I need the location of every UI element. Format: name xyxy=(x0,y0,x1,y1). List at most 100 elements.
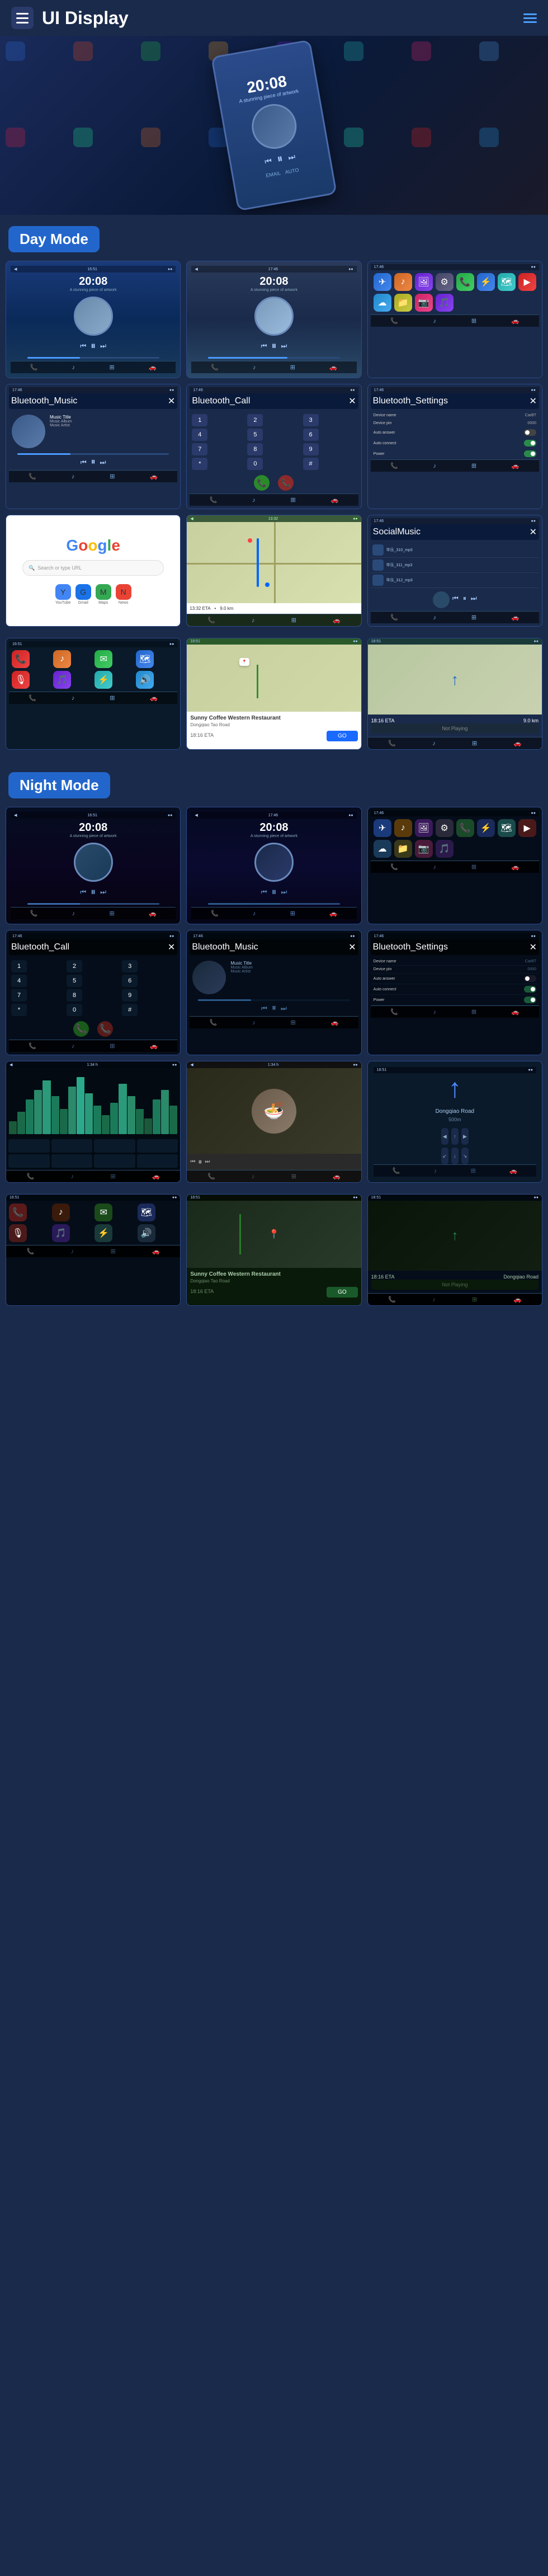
local-nav-1[interactable]: 📞 xyxy=(390,614,398,621)
night-prev-2[interactable]: ⏮ xyxy=(261,888,267,896)
night-key-3[interactable]: 3 xyxy=(122,960,138,972)
go-button[interactable]: GO xyxy=(327,731,358,741)
nav-dial[interactable]: 📞 xyxy=(390,317,398,325)
night-key-9[interactable]: 9 xyxy=(122,989,138,1002)
night-cp-msg[interactable]: ✉ xyxy=(95,1204,112,1221)
nn-nav-4[interactable]: 🚗 xyxy=(514,1296,522,1303)
shortcut-3[interactable]: M Maps xyxy=(96,584,111,605)
call-btn[interactable]: 📞 xyxy=(254,475,270,491)
apps-icon-2[interactable]: ⊞ xyxy=(290,364,295,371)
rd-nav-1[interactable]: 📞 xyxy=(393,1167,400,1174)
app-telegram[interactable]: ✈ xyxy=(374,273,391,291)
bts-nav-3[interactable]: ⊞ xyxy=(471,462,476,469)
nn-nav-3[interactable]: ⊞ xyxy=(472,1296,477,1303)
night-bt-next[interactable]: ⏭ xyxy=(281,1004,287,1013)
fd-nav-1[interactable]: 📞 xyxy=(207,1173,215,1180)
nbm-nav-4[interactable]: 🚗 xyxy=(331,1019,339,1026)
ncp-nav-2[interactable]: ♪ xyxy=(71,1248,74,1255)
nn-nav-2[interactable]: ♪ xyxy=(432,1296,436,1303)
n1-nav-4[interactable]: 🚗 xyxy=(149,910,157,917)
app-waze[interactable]: 🗺 xyxy=(498,273,516,291)
night-app-1[interactable]: ✈ xyxy=(374,819,391,837)
bt-music-close[interactable]: ✕ xyxy=(168,396,175,407)
app-music[interactable]: ♪ xyxy=(394,273,412,291)
wave-btn-6[interactable] xyxy=(51,1154,93,1168)
nc-nav-1[interactable]: 📞 xyxy=(29,1042,36,1050)
n2-nav-4[interactable]: 🚗 xyxy=(329,910,337,917)
key-2[interactable]: 2 xyxy=(247,414,263,426)
key-4[interactable]: 4 xyxy=(192,429,207,441)
local-nav-4[interactable]: 🚗 xyxy=(512,614,519,621)
n1-nav-2[interactable]: ♪ xyxy=(72,910,75,917)
night-key-0[interactable]: 0 xyxy=(67,1004,82,1016)
na-nav-2[interactable]: ♪ xyxy=(433,864,437,871)
wv-nav-3[interactable]: ⊞ xyxy=(110,1173,115,1180)
carplay-waze[interactable]: ⚡ xyxy=(95,671,112,689)
bts-nav-4[interactable]: 🚗 xyxy=(512,462,519,469)
nbm-nav-3[interactable]: ⊞ xyxy=(291,1019,296,1026)
map-nav-1[interactable]: 📞 xyxy=(207,617,215,624)
media-icon[interactable]: ♪ xyxy=(72,364,75,371)
next-icon-2[interactable]: ⏭ xyxy=(281,342,287,350)
night-bt-music-close[interactable]: ✕ xyxy=(348,942,356,953)
nbm-nav-2[interactable]: ♪ xyxy=(252,1019,256,1026)
call-nav-1[interactable]: 📞 xyxy=(210,496,218,504)
carplay-messages[interactable]: ✉ xyxy=(95,650,112,668)
na-nav-1[interactable]: 📞 xyxy=(390,863,398,871)
carplay-phone[interactable]: 📞 xyxy=(12,650,30,668)
local-pause[interactable]: ⏸ xyxy=(463,594,466,603)
night-key-8[interactable]: 8 xyxy=(67,989,82,1002)
n1-nav-1[interactable]: 📞 xyxy=(30,910,38,917)
night-bt-prev[interactable]: ⏮ xyxy=(261,1004,267,1013)
key-star[interactable]: * xyxy=(192,458,207,470)
ncp-nav-4[interactable]: 🚗 xyxy=(152,1248,160,1255)
app-camera[interactable]: 📷 xyxy=(415,294,433,312)
call-nav-2[interactable]: ♪ xyxy=(252,497,256,504)
night-app-8[interactable]: ▶ xyxy=(518,819,536,837)
road-btn-6[interactable]: ↘ xyxy=(461,1148,469,1164)
bt-pause[interactable]: ⏸ xyxy=(91,457,96,467)
wave-btn-7[interactable] xyxy=(94,1154,135,1168)
wv-nav-4[interactable]: 🚗 xyxy=(152,1173,160,1180)
wv-nav-2[interactable]: ♪ xyxy=(71,1173,74,1180)
nbs-nav-2[interactable]: ♪ xyxy=(433,1009,437,1016)
bt-next[interactable]: ⏭ xyxy=(100,458,106,467)
night-next-2[interactable]: ⏭ xyxy=(281,888,287,896)
night-app-9[interactable]: ☁ xyxy=(374,840,391,858)
local-nav-2[interactable]: ♪ xyxy=(433,614,437,621)
key-0[interactable]: 0 xyxy=(247,458,263,470)
nd-nav-2[interactable]: ♪ xyxy=(432,740,436,747)
road-btn-3[interactable]: ▶ xyxy=(461,1128,469,1145)
nbs-nav-3[interactable]: ⊞ xyxy=(471,1008,476,1016)
night-cp-maps[interactable]: 🗺 xyxy=(138,1204,155,1221)
night-key-hash[interactable]: # xyxy=(122,1004,138,1016)
rd-nav-3[interactable]: ⊞ xyxy=(471,1167,476,1174)
night-app-5[interactable]: 📞 xyxy=(456,819,474,837)
cp-nav-1[interactable]: 📞 xyxy=(29,694,36,702)
bt-nav-3[interactable]: ⊞ xyxy=(110,473,115,480)
cp-nav-2[interactable]: ♪ xyxy=(72,695,75,702)
google-search-bar[interactable]: 🔍 Search or type URL xyxy=(22,560,164,576)
ncp-nav-3[interactable]: ⊞ xyxy=(110,1248,115,1255)
night-key-1[interactable]: 1 xyxy=(11,960,27,972)
carplay-spotify[interactable]: 🎵 xyxy=(53,671,71,689)
rd-nav-4[interactable]: 🚗 xyxy=(509,1167,517,1174)
na-nav-3[interactable]: ⊞ xyxy=(471,863,476,871)
bts-nav-1[interactable]: 📞 xyxy=(390,462,398,469)
food-pause[interactable]: ⏸ xyxy=(198,1157,202,1167)
nd-nav-1[interactable]: 📞 xyxy=(388,740,396,747)
cp-nav-4[interactable]: 🚗 xyxy=(150,694,158,702)
next-icon-1[interactable]: ⏭ xyxy=(100,342,106,350)
nc-nav-2[interactable]: ♪ xyxy=(72,1043,75,1050)
local-prev[interactable]: ⏮ xyxy=(452,594,459,603)
bt-nav-4[interactable]: 🚗 xyxy=(150,473,158,480)
hero-play-btn[interactable]: ⏸ xyxy=(276,152,284,166)
dial-icon-2[interactable]: 📞 xyxy=(211,364,219,371)
shortcut-2[interactable]: G Gmail xyxy=(75,584,91,605)
night-app-2[interactable]: ♪ xyxy=(394,819,412,837)
end-btn[interactable]: 📞 xyxy=(278,475,294,491)
wave-btn-2[interactable] xyxy=(51,1139,93,1153)
night-key-6[interactable]: 6 xyxy=(122,975,138,987)
app-youtube[interactable]: ▶ xyxy=(518,273,536,291)
fd-nav-2[interactable]: ♪ xyxy=(252,1173,255,1180)
